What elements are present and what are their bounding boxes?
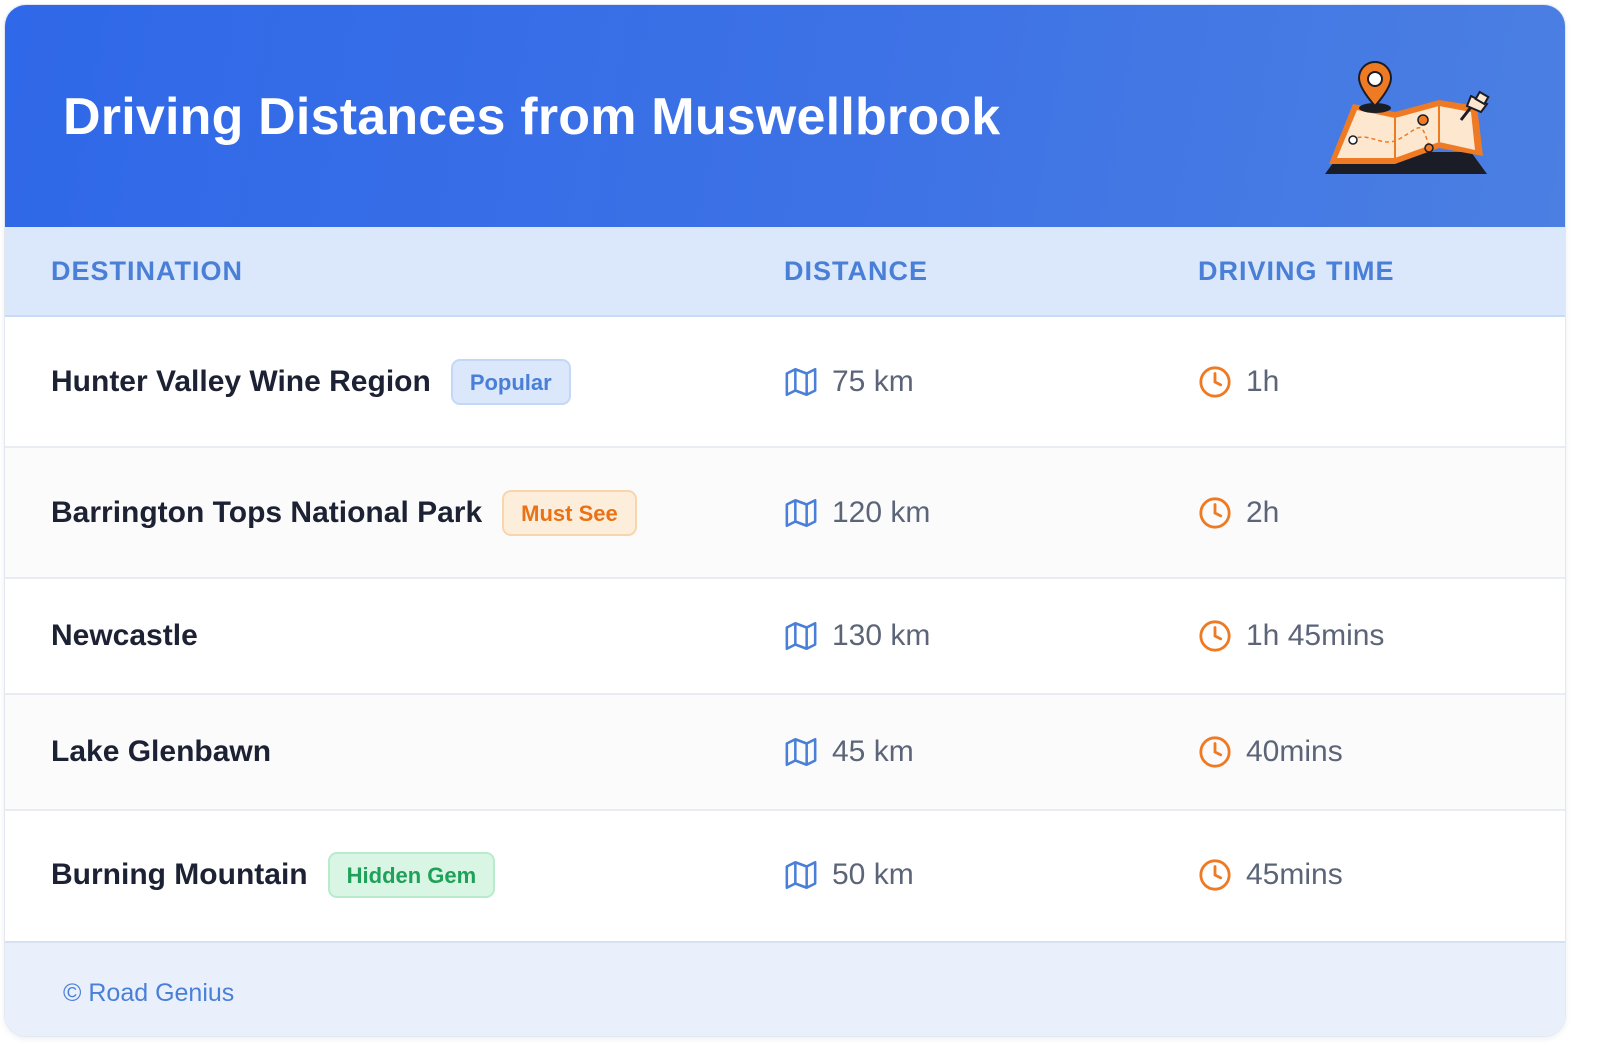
map-icon	[785, 498, 817, 527]
table-row: Newcastle 130 km 1h 45mins	[5, 579, 1565, 695]
time-value: 1h 45mins	[1246, 619, 1385, 652]
card-footer: © Road Genius	[5, 941, 1565, 1036]
map-icon	[785, 621, 817, 651]
map-icon	[785, 737, 817, 767]
map-with-pins-icon	[1325, 61, 1490, 174]
table-row: Lake Glenbawn 45 km 40mins	[5, 695, 1565, 811]
time-value: 1h	[1246, 364, 1280, 398]
map-icon	[785, 860, 817, 890]
destination-name: Barrington Tops National Park	[51, 495, 483, 529]
card-header: Driving Distances from Muswellbrook	[5, 5, 1565, 227]
column-header-distance: DISTANCE	[784, 256, 929, 286]
table-header: DESTINATION DISTANCE DRIVING TIME	[5, 227, 1565, 317]
distance-value: 45 km	[832, 735, 914, 768]
distance-value: 75 km	[832, 364, 914, 398]
clock-icon	[1199, 620, 1231, 652]
clock-icon	[1199, 496, 1231, 529]
table-row: Barrington Tops National Park Must See 1…	[5, 448, 1565, 579]
distance-value: 130 km	[832, 619, 931, 652]
clock-icon	[1199, 365, 1231, 398]
map-icon	[785, 367, 817, 396]
page-title: Driving Distances from Muswellbrook	[63, 88, 1001, 146]
table-row: Hunter Valley Wine Region Popular 75 km …	[5, 317, 1565, 448]
clock-icon	[1199, 859, 1231, 891]
destination-name: Lake Glenbawn	[51, 735, 272, 768]
destination-name: Newcastle	[51, 619, 198, 652]
table-row: Burning Mountain Hidden Gem 50 km 45mins	[5, 811, 1565, 939]
distance-value: 120 km	[832, 495, 931, 529]
copyright-text: © Road Genius	[63, 979, 235, 1007]
column-header-destination: DESTINATION	[51, 256, 243, 286]
status-badge: Must See	[502, 489, 637, 536]
distance-card: Driving Distances from Muswellbrook DEST…	[4, 4, 1566, 1037]
destination-name: Hunter Valley Wine Region	[51, 364, 431, 398]
time-value: 45mins	[1246, 858, 1343, 891]
distance-value: 50 km	[832, 858, 914, 891]
status-badge: Popular	[450, 358, 571, 405]
clock-icon	[1199, 736, 1231, 768]
status-badge: Hidden Gem	[327, 852, 496, 898]
destination-name: Burning Mountain	[51, 858, 308, 891]
time-value: 40mins	[1246, 735, 1343, 768]
column-header-driving-time: DRIVING TIME	[1198, 256, 1395, 286]
time-value: 2h	[1246, 495, 1280, 529]
